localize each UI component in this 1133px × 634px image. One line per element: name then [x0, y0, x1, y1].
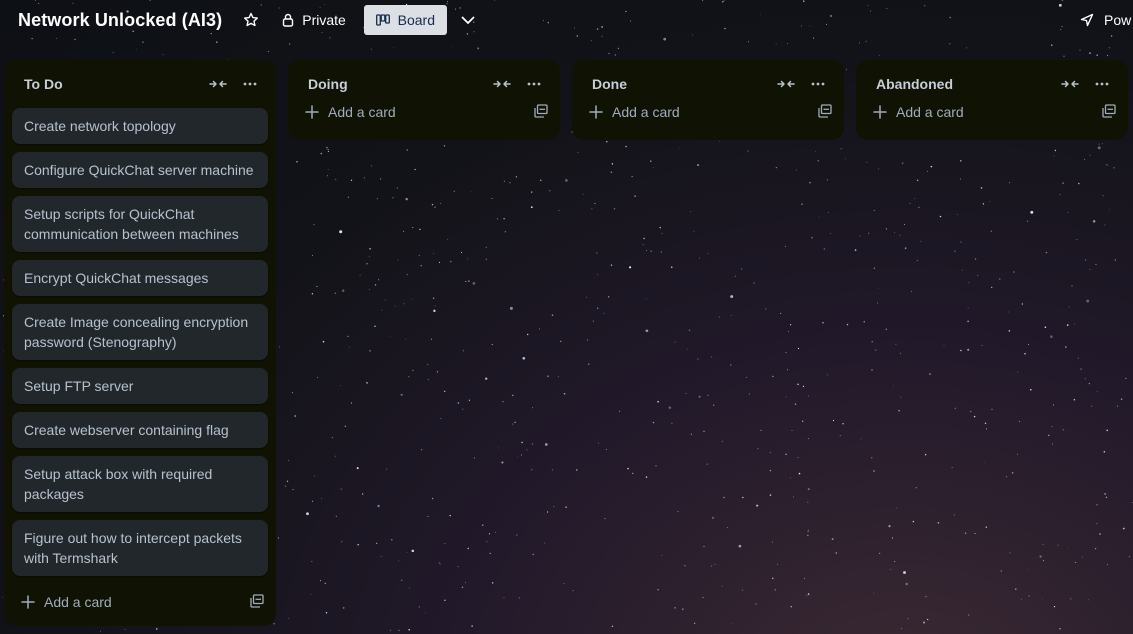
collapse-list-button[interactable]	[206, 72, 230, 96]
list-title[interactable]: To Do	[24, 76, 63, 92]
template-icon[interactable]	[534, 104, 548, 123]
plus-icon	[872, 104, 888, 120]
chevron-down-icon	[461, 16, 475, 24]
card[interactable]: Configure QuickChat server machine	[12, 152, 268, 188]
card[interactable]: Figure out how to intercept packets with…	[12, 520, 268, 576]
add-card-button[interactable]: Add a card	[856, 94, 1128, 130]
list-title[interactable]: Abandoned	[876, 76, 953, 92]
board-view-label: Board	[397, 12, 435, 28]
add-card-button[interactable]: Add a card	[288, 94, 560, 130]
add-card-label: Add a card	[612, 104, 680, 120]
more-icon	[527, 82, 541, 86]
template-icon[interactable]	[818, 104, 832, 123]
view-switcher-button[interactable]	[453, 5, 483, 35]
add-card-label: Add a card	[328, 104, 396, 120]
template-icon[interactable]	[1102, 104, 1116, 123]
plus-icon	[304, 104, 320, 120]
board-title[interactable]: Network Unlocked (AI3)	[18, 10, 222, 31]
plus-icon	[20, 594, 36, 610]
collapse-list-button[interactable]	[1058, 72, 1082, 96]
list-menu-button[interactable]	[522, 72, 546, 96]
list-done: Done Add a card	[572, 60, 844, 140]
board-header: Network Unlocked (AI3) Private Board Pow	[0, 0, 1133, 40]
list-to-do: To Do Create network topology Configure …	[4, 60, 276, 626]
list-menu-button[interactable]	[238, 72, 262, 96]
card[interactable]: Encrypt QuickChat messages	[12, 260, 268, 296]
visibility-button[interactable]: Private	[276, 5, 352, 35]
plus-icon	[588, 104, 604, 120]
more-icon	[243, 82, 257, 86]
collapse-icon	[493, 80, 511, 88]
more-icon	[1095, 82, 1109, 86]
star-button[interactable]	[236, 5, 266, 35]
card[interactable]: Create network topology	[12, 108, 268, 144]
add-card-label: Add a card	[896, 104, 964, 120]
board-view-button[interactable]: Board	[363, 5, 447, 35]
board-icon	[375, 14, 390, 26]
list-abandoned: Abandoned Add a card	[856, 60, 1128, 140]
collapse-icon	[777, 80, 795, 88]
collapse-icon	[209, 80, 227, 88]
star-icon	[244, 12, 259, 27]
add-card-button[interactable]: Add a card	[4, 584, 276, 620]
add-card-button[interactable]: Add a card	[572, 94, 844, 130]
collapse-list-button[interactable]	[490, 72, 514, 96]
card[interactable]: Create webserver containing flag	[12, 412, 268, 448]
collapse-list-button[interactable]	[774, 72, 798, 96]
card[interactable]: Setup FTP server	[12, 368, 268, 404]
powerups-button[interactable]: Pow	[1080, 5, 1131, 35]
list-menu-button[interactable]	[806, 72, 830, 96]
list-title[interactable]: Done	[592, 76, 627, 92]
lock-icon	[283, 13, 294, 27]
powerups-label: Pow	[1104, 12, 1132, 28]
card[interactable]: Create Image concealing encryption passw…	[12, 304, 268, 360]
list-title[interactable]: Doing	[308, 76, 348, 92]
visibility-label: Private	[302, 12, 346, 28]
card[interactable]: Setup scripts for QuickChat communicatio…	[12, 196, 268, 252]
add-card-label: Add a card	[44, 594, 112, 610]
collapse-icon	[1061, 80, 1079, 88]
card[interactable]: Setup attack box with required packages	[12, 456, 268, 512]
list-menu-button[interactable]	[1090, 72, 1114, 96]
rocket-icon	[1080, 13, 1094, 27]
more-icon	[811, 82, 825, 86]
list-header: To Do	[4, 60, 276, 108]
template-icon[interactable]	[250, 594, 264, 613]
list-doing: Doing Add a card	[288, 60, 560, 140]
